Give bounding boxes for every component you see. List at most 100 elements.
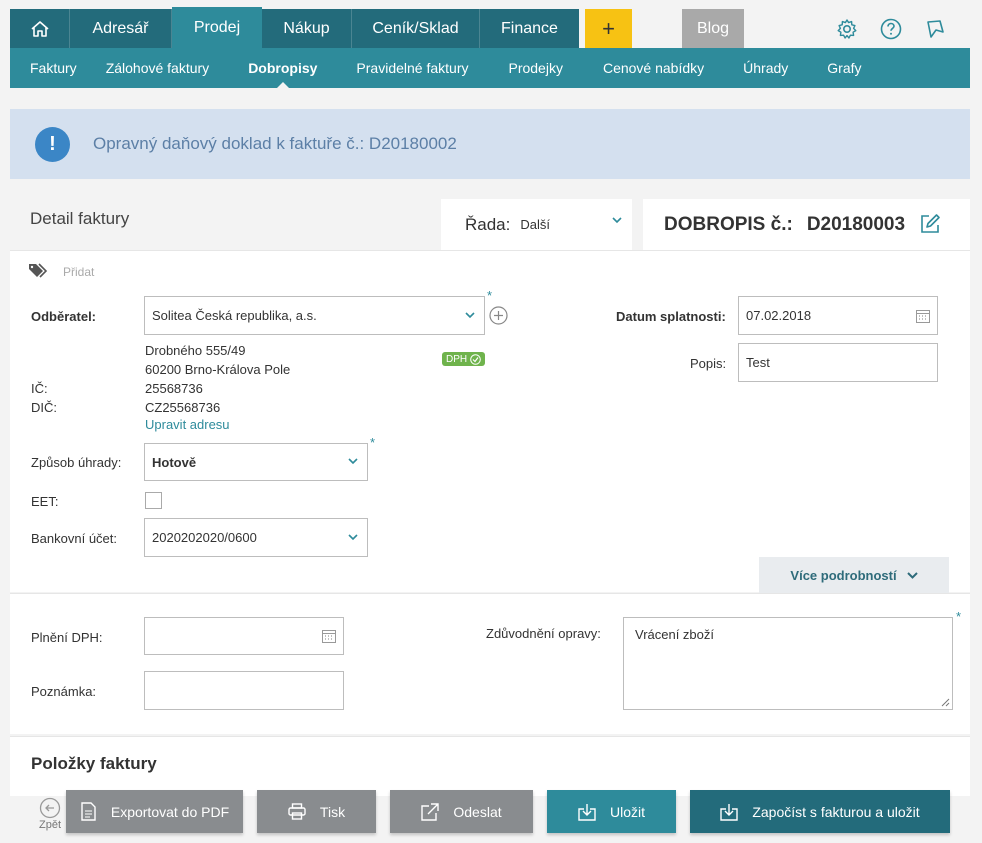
- add-circle-icon[interactable]: [489, 306, 508, 325]
- zpusob-uhrady-label: Způsob úhrady:: [31, 455, 122, 470]
- blog-button[interactable]: Blog: [682, 9, 744, 48]
- bankovni-ucet-select[interactable]: 2020202020/0600: [144, 518, 368, 557]
- arrow-left-circle-icon: [39, 797, 61, 819]
- subnav-prodejky[interactable]: Prodejky: [508, 48, 562, 88]
- top-navigation: Adresář Prodej Nákup Ceník/Sklad Finance…: [10, 7, 970, 49]
- chevron-down-icon: [906, 571, 918, 579]
- dobropis-number: D20180003: [806, 213, 906, 235]
- more-details-button[interactable]: Více podrobností: [759, 557, 949, 593]
- print-button[interactable]: Tisk: [257, 790, 376, 833]
- export-pdf-button[interactable]: Exportovat do PDF: [66, 790, 243, 833]
- popis-label: Popis:: [690, 356, 727, 371]
- alert-text: Opravný daňový doklad k faktuře č.: D201…: [93, 134, 457, 153]
- required-mark: *: [487, 288, 493, 303]
- subnav-cenove-nabidky[interactable]: Cenové nabídky: [603, 48, 704, 88]
- send-button[interactable]: Odeslat: [390, 790, 533, 833]
- resize-grip-icon[interactable]: [941, 698, 950, 707]
- back-label: Zpět: [38, 819, 61, 831]
- ic-label: IČ:: [31, 381, 48, 396]
- tag-icon[interactable]: [28, 263, 49, 279]
- plneni-dph-input[interactable]: [144, 617, 344, 655]
- calendar-icon[interactable]: [915, 308, 931, 324]
- rada-label: Řada:: [465, 214, 511, 234]
- chevron-down-icon: [465, 311, 475, 318]
- required-mark: *: [956, 609, 962, 624]
- bankovni-ucet-label: Bankovní účet:: [31, 531, 117, 546]
- printer-icon: [288, 803, 306, 820]
- subnav-dobropisy[interactable]: Dobropisy: [248, 48, 317, 88]
- dic-label: DIČ:: [31, 400, 57, 415]
- check-circle-icon: [470, 353, 481, 365]
- odberatel-value: Solitea Česká republika, a.s.: [152, 308, 317, 323]
- info-icon: !: [35, 126, 70, 162]
- export-pdf-label: Exportovat do PDF: [110, 803, 230, 820]
- share-icon: [421, 802, 440, 821]
- pdf-icon: [80, 802, 97, 821]
- subnav-faktury[interactable]: Faktury: [30, 48, 77, 88]
- poznamka-label: Poznámka:: [31, 684, 97, 699]
- subnav-pravidelne-faktury[interactable]: Pravidelné faktury: [356, 48, 468, 88]
- eet-checkbox[interactable]: [145, 492, 162, 509]
- tab-prodej[interactable]: Prodej: [172, 7, 262, 49]
- tab-cenik-sklad[interactable]: Ceník/Sklad: [352, 9, 480, 48]
- plneni-dph-label: Plnění DPH:: [31, 630, 103, 645]
- chevron-down-icon: [348, 458, 358, 465]
- dph-badge: DPH: [442, 352, 486, 366]
- settings-button[interactable]: [836, 18, 858, 40]
- zduvodneni-opravy-textarea[interactable]: Vrácení zboží: [623, 617, 953, 710]
- popis-value: Test: [746, 355, 770, 370]
- download-icon: [578, 803, 596, 821]
- sub-navigation: Faktury Zálohové faktury Dobropisy Pravi…: [10, 48, 970, 88]
- edit-address-link[interactable]: Upravit adresu: [145, 417, 230, 432]
- address-line1: Drobného 555/49: [145, 343, 246, 358]
- dph-badge-label: DPH: [446, 353, 468, 365]
- odberatel-select[interactable]: Solitea Česká republika, a.s.: [144, 296, 485, 335]
- datum-splatnosti-input[interactable]: 07.02.2018: [738, 296, 938, 335]
- send-label: Odeslat: [453, 803, 502, 820]
- invoice-items-title: Položky faktury: [31, 754, 157, 773]
- help-icon: [880, 18, 902, 40]
- gear-icon: [837, 19, 857, 39]
- rada-value: Další: [520, 217, 550, 232]
- edit-icon[interactable]: [919, 213, 941, 235]
- dobropis-number-box: DOBROPIS č.: D20180003: [643, 199, 970, 250]
- subnav-grafy[interactable]: Grafy: [827, 48, 861, 88]
- eet-label: EET:: [31, 494, 59, 509]
- tab-nakup[interactable]: Nákup: [262, 9, 352, 48]
- bankovni-ucet-value: 2020202020/0600: [152, 530, 257, 545]
- datum-splatnosti-value: 07.02.2018: [746, 308, 812, 323]
- zpusob-uhrady-value: Hotově: [152, 454, 197, 470]
- dobropis-label: DOBROPIS č.:: [664, 213, 793, 235]
- add-tag-link[interactable]: Přidat: [63, 265, 94, 279]
- notifications-button[interactable]: [924, 18, 946, 40]
- tab-adresar[interactable]: Adresář: [70, 9, 172, 48]
- save-label: Uložit: [609, 803, 645, 820]
- offset-and-save-label: Započíst s fakturou a uložit: [752, 803, 920, 820]
- zduvodneni-opravy-label: Zdůvodnění opravy:: [486, 626, 601, 641]
- popis-input[interactable]: Test: [738, 343, 938, 382]
- add-new-button[interactable]: +: [585, 9, 632, 48]
- main-tabs: Adresář Prodej Nákup Ceník/Sklad Finance: [10, 7, 579, 49]
- bulb-icon: [927, 20, 944, 38]
- detail-title: Detail faktury: [30, 209, 130, 228]
- calendar-icon[interactable]: [321, 628, 337, 644]
- tab-finance[interactable]: Finance: [480, 9, 579, 48]
- home-icon: [30, 20, 49, 37]
- rada-select[interactable]: Řada: Další: [441, 199, 632, 250]
- zpusob-uhrady-select[interactable]: Hotově: [144, 443, 368, 481]
- required-mark: *: [370, 435, 376, 450]
- poznamka-input[interactable]: [144, 671, 344, 710]
- subnav-uhrady[interactable]: Úhrady: [743, 48, 788, 88]
- odberatel-label: Odběratel:: [31, 309, 97, 324]
- save-button[interactable]: Uložit: [547, 790, 676, 833]
- info-alert: ! Opravný daňový doklad k faktuře č.: D2…: [10, 109, 970, 179]
- download-icon: [720, 803, 739, 821]
- help-button[interactable]: [880, 18, 902, 40]
- ic-value: 25568736: [145, 381, 203, 396]
- dic-value: CZ25568736: [145, 400, 221, 415]
- home-button[interactable]: [10, 9, 70, 48]
- print-label: Tisk: [319, 803, 346, 820]
- subnav-zalohove-faktury[interactable]: Zálohové faktury: [106, 48, 210, 88]
- back-button[interactable]: Zpět: [37, 797, 63, 833]
- offset-and-save-button[interactable]: Započíst s fakturou a uložit: [690, 790, 950, 833]
